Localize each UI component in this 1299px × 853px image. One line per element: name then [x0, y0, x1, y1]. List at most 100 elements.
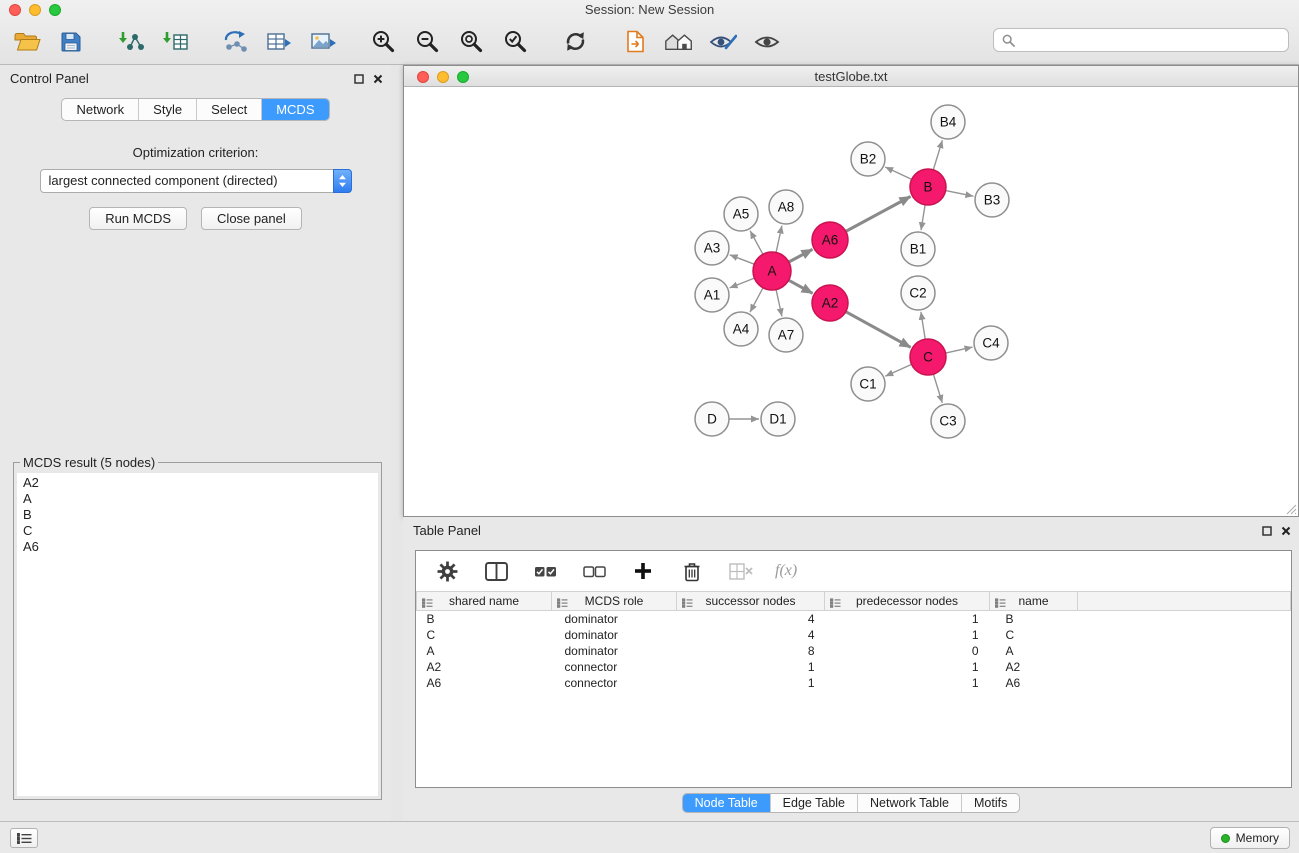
table-tools-icon[interactable]: [264, 27, 294, 57]
network-node[interactable]: B: [910, 169, 946, 205]
network-window-titlebar[interactable]: testGlobe.txt: [404, 66, 1298, 87]
network-node[interactable]: D1: [761, 402, 795, 436]
network-node[interactable]: C2: [901, 276, 935, 310]
tab-select[interactable]: Select: [197, 99, 262, 120]
open-session-icon[interactable]: [12, 27, 42, 57]
float-panel-icon[interactable]: [354, 72, 364, 87]
optimization-criterion-dropdown[interactable]: largest connected component (directed): [40, 169, 352, 193]
export-image-icon[interactable]: [308, 27, 338, 57]
network-zoom-button[interactable]: [457, 71, 469, 83]
table-row[interactable]: Bdominator41B: [417, 611, 1291, 627]
network-canvas[interactable]: AA6A2BCA5A8A3A1A4A7B2B4B3B1C2C4C1C3DD1: [404, 87, 1298, 516]
delete-row-trash-icon[interactable]: [677, 556, 707, 586]
network-edge[interactable]: [789, 280, 813, 293]
result-item[interactable]: A: [23, 491, 372, 507]
network-edge[interactable]: [946, 191, 974, 197]
network-node[interactable]: C1: [851, 367, 885, 401]
zoom-fit-icon[interactable]: [456, 27, 486, 57]
open-document-icon[interactable]: [620, 27, 650, 57]
table-row[interactable]: A6connector11A6: [417, 675, 1291, 691]
close-table-panel-icon[interactable]: [1281, 524, 1291, 539]
float-table-panel-icon[interactable]: [1262, 524, 1272, 539]
network-edge[interactable]: [921, 312, 925, 339]
network-edge[interactable]: [750, 288, 763, 312]
zoom-selected-icon[interactable]: [500, 27, 530, 57]
run-mcds-button[interactable]: Run MCDS: [89, 207, 187, 230]
show-graphics-details-icon[interactable]: [708, 27, 738, 57]
tab-network-table[interactable]: Network Table: [858, 794, 962, 812]
result-item[interactable]: A2: [23, 475, 372, 491]
network-node[interactable]: B4: [931, 105, 965, 139]
network-edge[interactable]: [846, 197, 911, 232]
table-row[interactable]: Cdominator41C: [417, 627, 1291, 643]
network-close-button[interactable]: [417, 71, 429, 83]
network-node[interactable]: A: [753, 252, 791, 290]
search-input[interactable]: [1021, 33, 1280, 48]
network-node[interactable]: A7: [769, 318, 803, 352]
task-history-button[interactable]: [10, 828, 38, 848]
column-header-predecessor-nodes[interactable]: predecessor nodes: [825, 592, 990, 611]
network-node[interactable]: B2: [851, 142, 885, 176]
select-all-rows-icon[interactable]: [530, 556, 560, 586]
network-node[interactable]: C3: [931, 404, 965, 438]
table-row[interactable]: A2connector11A2: [417, 659, 1291, 675]
network-node[interactable]: A1: [695, 278, 729, 312]
first-neighbors-icon[interactable]: [664, 27, 694, 57]
close-panel-button[interactable]: Close panel: [201, 207, 302, 230]
network-edge[interactable]: [730, 255, 755, 264]
tab-style[interactable]: Style: [139, 99, 197, 120]
delete-column-icon[interactable]: [726, 556, 756, 586]
network-edge[interactable]: [789, 249, 813, 262]
import-network-icon[interactable]: [116, 27, 146, 57]
network-edge[interactable]: [885, 364, 911, 376]
minimize-window-button[interactable]: [29, 4, 41, 16]
mcds-result-list[interactable]: A2ABCA6: [17, 473, 378, 796]
network-edge[interactable]: [885, 167, 912, 179]
network-node[interactable]: A6: [812, 222, 848, 258]
save-session-icon[interactable]: [56, 27, 86, 57]
show-columns-icon[interactable]: [481, 556, 511, 586]
network-node[interactable]: A8: [769, 190, 803, 224]
eye-icon[interactable]: [752, 27, 782, 57]
network-tools-icon[interactable]: [220, 27, 250, 57]
network-node[interactable]: B3: [975, 183, 1009, 217]
result-item[interactable]: A6: [23, 539, 372, 555]
zoom-out-icon[interactable]: [412, 27, 442, 57]
column-header-successor-nodes[interactable]: successor nodes: [677, 592, 825, 611]
network-edge[interactable]: [933, 140, 942, 170]
network-edge[interactable]: [846, 312, 911, 348]
network-edge[interactable]: [776, 290, 782, 317]
network-node[interactable]: A3: [695, 231, 729, 265]
tab-node-table[interactable]: Node Table: [683, 794, 771, 812]
network-edge[interactable]: [921, 205, 925, 230]
deselect-all-rows-icon[interactable]: [579, 556, 609, 586]
zoom-window-button[interactable]: [49, 4, 61, 16]
function-builder-icon[interactable]: f(x): [775, 562, 797, 580]
network-node[interactable]: A4: [724, 312, 758, 346]
network-node[interactable]: C4: [974, 326, 1008, 360]
network-node[interactable]: A2: [812, 285, 848, 321]
network-edge[interactable]: [946, 347, 973, 353]
search-field[interactable]: [993, 28, 1289, 52]
close-window-button[interactable]: [9, 4, 21, 16]
network-node[interactable]: D: [695, 402, 729, 436]
network-edge[interactable]: [750, 231, 763, 255]
network-edge[interactable]: [730, 278, 755, 288]
tab-motifs[interactable]: Motifs: [962, 794, 1019, 812]
tab-network[interactable]: Network: [62, 99, 139, 120]
network-node[interactable]: A5: [724, 197, 758, 231]
column-header-name[interactable]: name: [990, 592, 1078, 611]
network-node[interactable]: C: [910, 339, 946, 375]
result-item[interactable]: C: [23, 523, 372, 539]
add-row-icon[interactable]: [628, 556, 658, 586]
result-item[interactable]: B: [23, 507, 372, 523]
resize-grip[interactable]: [1284, 502, 1297, 515]
tab-edge-table[interactable]: Edge Table: [771, 794, 858, 812]
table-row[interactable]: Adominator80A: [417, 643, 1291, 659]
memory-button[interactable]: Memory: [1210, 827, 1290, 849]
refresh-layout-icon[interactable]: [560, 27, 590, 57]
import-table-icon[interactable]: [160, 27, 190, 57]
titlebar[interactable]: Session: New Session: [0, 0, 1299, 19]
column-header-shared-name[interactable]: shared name: [417, 592, 552, 611]
network-edge[interactable]: [933, 374, 942, 403]
